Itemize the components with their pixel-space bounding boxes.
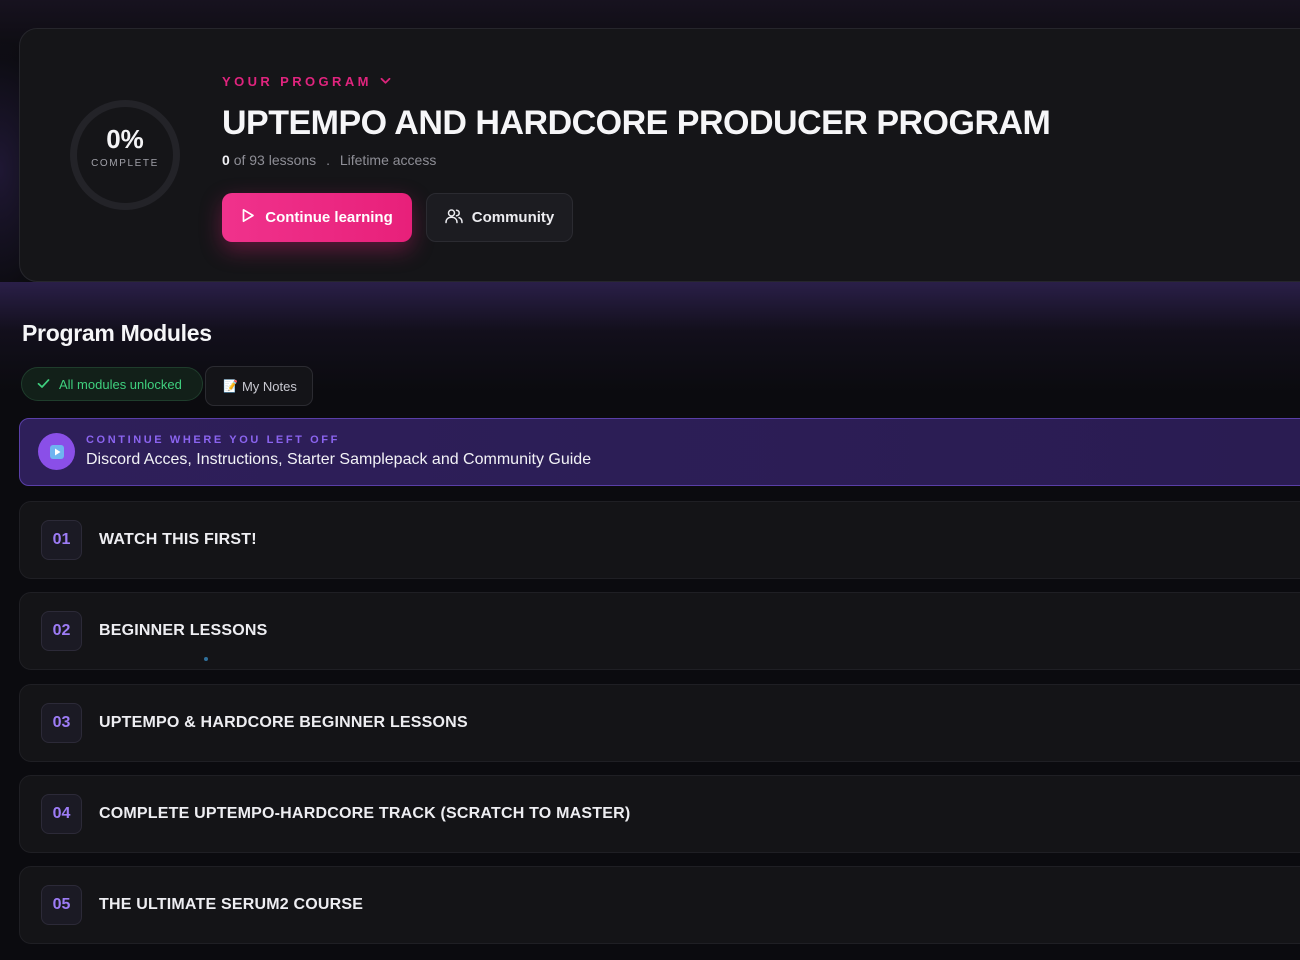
my-notes-label: My Notes [241, 378, 297, 394]
memo-icon: 📝 [223, 379, 238, 393]
program-switcher[interactable]: YOUR PROGRAM [222, 74, 391, 89]
play-icon [241, 208, 255, 227]
my-notes-button[interactable]: 📝 My Notes [205, 366, 313, 406]
module-number: 05 [41, 885, 82, 925]
users-icon [445, 208, 463, 228]
access-text: Lifetime access [339, 152, 437, 168]
program-title: UPTEMPO AND HARDCORE PRODUCER PROGRAM [222, 104, 1051, 142]
module-title: WATCH THIS FIRST! [99, 531, 257, 548]
progress-percent: 0% [106, 124, 144, 154]
cursor-dot [204, 657, 208, 661]
progress-label: COMPLETE [91, 158, 159, 169]
program-eyebrow-label: YOUR PROGRAM [222, 74, 372, 89]
module-title: THE ULTIMATE SERUM2 COURSE [99, 896, 364, 913]
modules-unlocked-badge: All modules unlocked [21, 367, 203, 401]
module-number: 01 [41, 520, 82, 560]
module-title: UPTEMPO & HARDCORE BEGINNER LESSONS [99, 714, 468, 731]
module-number: 02 [41, 611, 82, 651]
check-icon [37, 377, 50, 392]
chevron-down-icon [380, 76, 391, 88]
resume-play-icon[interactable] [38, 433, 75, 470]
continue-learning-button[interactable]: Continue learning [222, 193, 412, 242]
resume-eyebrow: CONTINUE WHERE YOU LEFT OFF [86, 434, 340, 446]
lessons-completed-count: 0 [222, 152, 230, 168]
program-meta: 0 of 93 lessons . Lifetime access [222, 152, 436, 168]
module-number: 04 [41, 794, 82, 834]
resume-lesson-title: Discord Acces, Instructions, Starter Sam… [86, 451, 592, 468]
module-number: 03 [41, 703, 82, 743]
meta-separator: . [326, 152, 330, 168]
modules-unlocked-label: All modules unlocked [59, 376, 182, 392]
continue-learning-label: Continue learning [265, 209, 393, 226]
progress-ring [70, 100, 180, 210]
program-hero-card [19, 28, 1300, 282]
lessons-total-text: of 93 lessons [233, 152, 317, 168]
community-button[interactable]: Community [426, 193, 573, 242]
community-label: Community [471, 209, 555, 226]
module-title: COMPLETE UPTEMPO-HARDCORE TRACK (SCRATCH… [99, 805, 631, 822]
program-modules-heading: Program Modules [22, 320, 212, 346]
module-title: BEGINNER LESSONS [99, 622, 268, 639]
